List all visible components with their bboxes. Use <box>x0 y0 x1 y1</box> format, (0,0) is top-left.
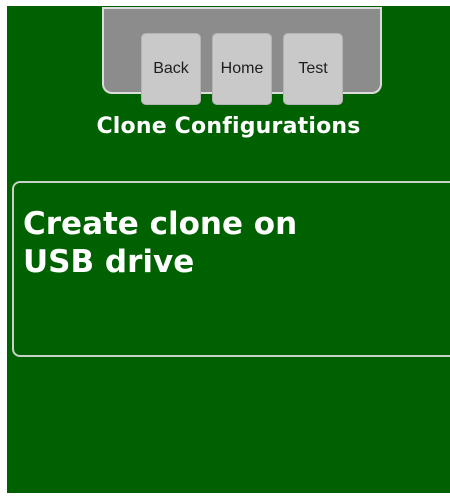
create-clone-usb-option[interactable]: Create clone on USB drive <box>12 181 450 357</box>
back-button[interactable]: Back <box>141 33 201 105</box>
page-title: Clone Configurations <box>96 114 361 139</box>
screen: Back Home Test Clone Configurations Crea… <box>7 6 450 493</box>
test-button[interactable]: Test <box>283 33 343 105</box>
option-label: Create clone on USB drive <box>23 206 298 280</box>
home-button[interactable]: Home <box>212 33 272 105</box>
